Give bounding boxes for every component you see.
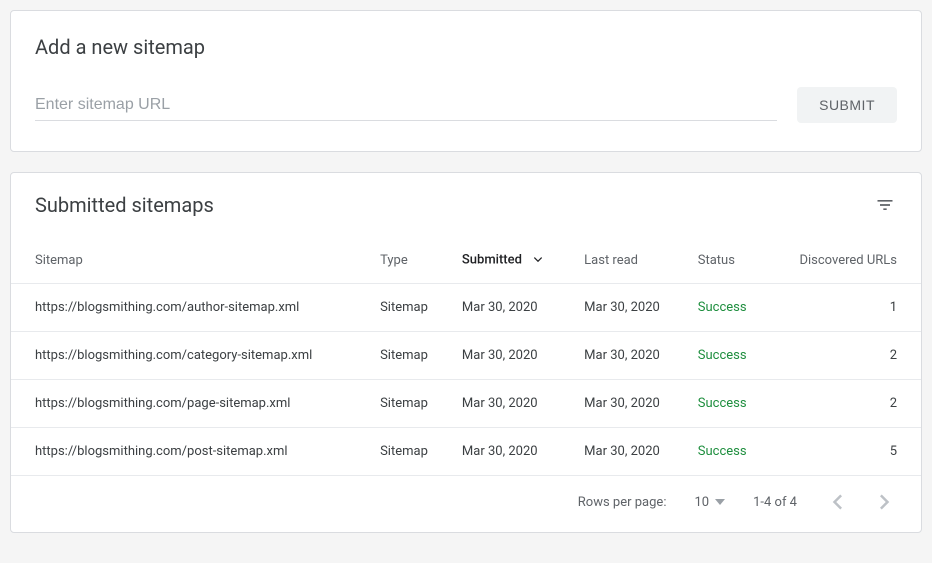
add-sitemap-title: Add a new sitemap [35,35,897,59]
table-row[interactable]: https://blogsmithing.com/post-sitemap.xm… [11,428,921,476]
col-status[interactable]: Status [686,237,769,284]
cell-type: Sitemap [368,284,450,332]
submit-button[interactable]: SUBMIT [797,87,897,123]
cell-type: Sitemap [368,380,450,428]
cell-submitted: Mar 30, 2020 [450,380,572,428]
cell-sitemap: https://blogsmithing.com/category-sitema… [11,332,368,380]
cell-sitemap: https://blogsmithing.com/author-sitemap.… [11,284,368,332]
cell-submitted: Mar 30, 2020 [450,428,572,476]
cell-last-read: Mar 30, 2020 [572,332,686,380]
table-row[interactable]: https://blogsmithing.com/author-sitemap.… [11,284,921,332]
col-discovered[interactable]: Discovered URLs [769,237,921,284]
cell-last-read: Mar 30, 2020 [572,284,686,332]
filter-icon[interactable] [873,193,897,217]
cell-discovered: 2 [769,332,921,380]
submitted-sitemaps-card: Submitted sitemaps Sitemap Type Submitte… [10,172,922,533]
chevron-left-icon [832,494,842,510]
dropdown-icon [715,499,725,505]
cell-status: Success [686,380,769,428]
table-row[interactable]: https://blogsmithing.com/page-sitemap.xm… [11,380,921,428]
cell-sitemap: https://blogsmithing.com/page-sitemap.xm… [11,380,368,428]
submitted-sitemaps-title: Submitted sitemaps [35,193,214,217]
add-sitemap-card: Add a new sitemap SUBMIT [10,10,922,152]
cell-submitted: Mar 30, 2020 [450,284,572,332]
cell-discovered: 2 [769,380,921,428]
chevron-right-icon [880,494,890,510]
rows-per-page-label: Rows per page: [578,495,667,510]
cell-status: Success [686,428,769,476]
rows-per-page-select[interactable]: 10 [694,495,725,510]
pagination-range: 1-4 of 4 [753,495,797,510]
previous-page-button[interactable] [825,490,849,514]
sitemaps-table: Sitemap Type Submitted Last read Status … [11,237,921,476]
pagination: Rows per page: 10 1-4 of 4 [11,476,921,532]
cell-status: Success [686,284,769,332]
col-last-read[interactable]: Last read [572,237,686,284]
sitemap-url-input[interactable] [35,90,777,121]
cell-sitemap: https://blogsmithing.com/post-sitemap.xm… [11,428,368,476]
table-row[interactable]: https://blogsmithing.com/category-sitema… [11,332,921,380]
cell-last-read: Mar 30, 2020 [572,428,686,476]
cell-last-read: Mar 30, 2020 [572,380,686,428]
col-submitted[interactable]: Submitted [450,237,572,284]
sort-arrow-down-icon [531,251,545,269]
col-sitemap[interactable]: Sitemap [11,237,368,284]
next-page-button[interactable] [873,490,897,514]
cell-submitted: Mar 30, 2020 [450,332,572,380]
cell-discovered: 5 [769,428,921,476]
cell-type: Sitemap [368,428,450,476]
cell-discovered: 1 [769,284,921,332]
cell-type: Sitemap [368,332,450,380]
col-type[interactable]: Type [368,237,450,284]
cell-status: Success [686,332,769,380]
